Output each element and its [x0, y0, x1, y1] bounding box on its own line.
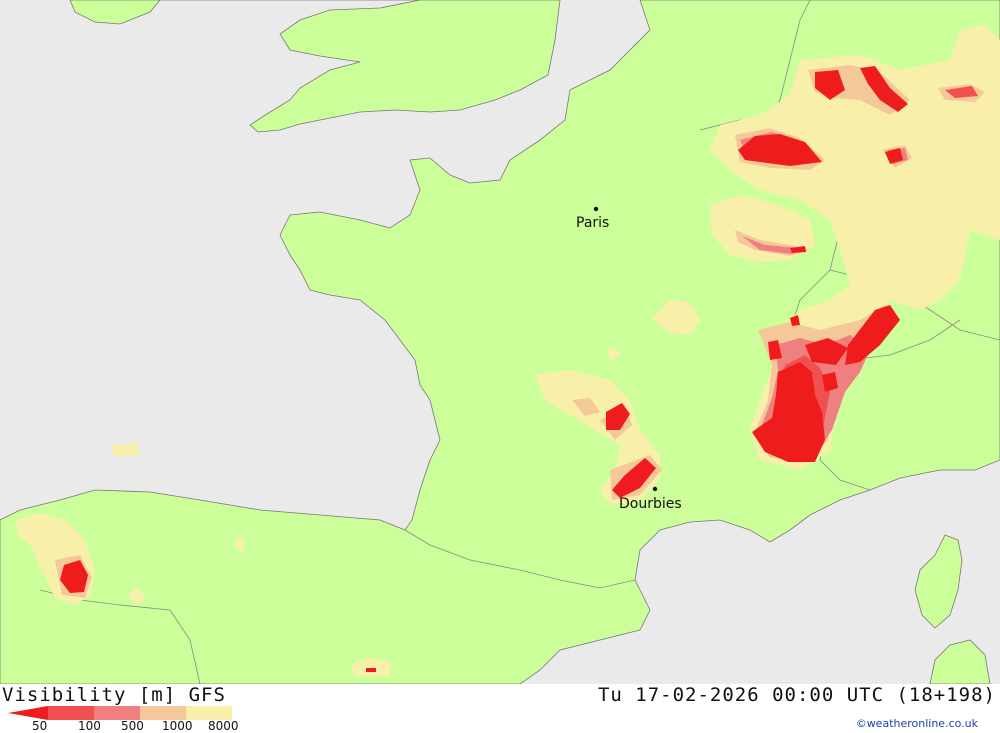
legend-swatch-100 [48, 706, 94, 720]
city-paris-label: Paris [576, 215, 609, 231]
legend-colorbar [8, 706, 232, 720]
city-dourbies-marker [652, 486, 658, 492]
city-paris-marker [593, 206, 599, 212]
map-datetime: Tu 17-02-2026 00:00 UTC (18+198) [597, 684, 996, 706]
legend-swatch-50 [8, 706, 48, 720]
map-footer: Visibility [m] GFS Tu 17-02-2026 00:00 U… [0, 684, 1000, 733]
map-title: Visibility [m] GFS [2, 684, 226, 706]
legend-label-50: 50 [32, 719, 48, 733]
visibility-map: Paris Dourbies [0, 0, 1000, 684]
legend-swatch-8000 [186, 706, 232, 720]
legend-label-500: 500 [121, 719, 144, 733]
city-dourbies-label: Dourbies [619, 496, 682, 512]
credit-link[interactable]: ©weatheronline.co.uk [856, 717, 978, 730]
legend-swatch-500 [94, 706, 140, 720]
legend-label-100: 100 [78, 719, 101, 733]
legend-swatch-1000 [140, 706, 186, 720]
legend-label-1000: 1000 [162, 719, 193, 733]
legend-label-8000: 8000 [208, 719, 239, 733]
